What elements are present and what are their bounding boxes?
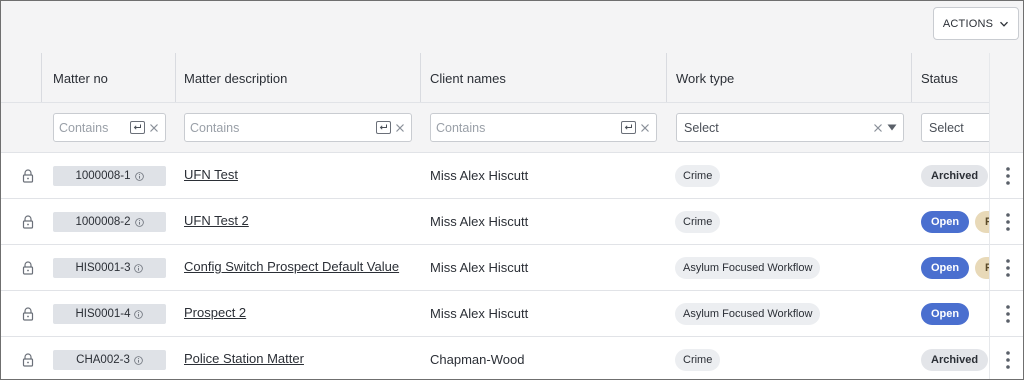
info-icon[interactable]: [134, 263, 144, 273]
matters-grid-panel: ACTIONS Matter no Matter description Cli…: [0, 0, 1024, 380]
matter-no-filter-placeholder: Contains: [59, 120, 109, 135]
column-header-client-names[interactable]: Client names: [430, 53, 506, 102]
table-row[interactable]: CHA002-3 Police Station Matter Chapman-W…: [1, 336, 989, 379]
matter-no-text: HIS0001-3: [75, 262, 131, 274]
enter-icon[interactable]: [130, 121, 145, 134]
status-badge: Open: [921, 257, 970, 279]
table-row[interactable]: HIS0001-3 Config Switch Prospect Default…: [1, 244, 1003, 290]
info-icon[interactable]: [134, 309, 144, 319]
status-badge: Archived: [921, 349, 989, 371]
column-divider[interactable]: [175, 53, 176, 102]
column-divider[interactable]: [911, 53, 912, 102]
work-type-filter-select[interactable]: Select: [676, 113, 904, 142]
matter-no-badge[interactable]: 1000008-2: [53, 212, 166, 232]
column-divider[interactable]: [420, 53, 421, 102]
matter-no-filter-input[interactable]: Contains: [53, 113, 166, 142]
client-filter-placeholder: Contains: [436, 120, 486, 135]
lock-icon[interactable]: [22, 169, 34, 183]
caret-down-icon[interactable]: [887, 124, 897, 131]
matter-description-link[interactable]: Config Switch Prospect Default Value: [184, 259, 399, 274]
clear-icon[interactable]: [873, 123, 883, 133]
client-name: Miss Alex Hiscutt: [430, 306, 529, 321]
row-actions-button[interactable]: [989, 290, 1023, 336]
client-name: Miss Alex Hiscutt: [430, 260, 529, 275]
actions-label: ACTIONS: [942, 17, 994, 30]
column-divider: [41, 53, 42, 102]
work-type-chip: Crime: [675, 211, 721, 233]
status-badge: Archived: [921, 165, 989, 187]
status-badge: Open: [921, 211, 970, 233]
table-row[interactable]: HIS0001-4 Prospect 2 Miss Alex Hiscutt A…: [1, 290, 989, 336]
frozen-column-header: [989, 53, 1023, 152]
lock-icon[interactable]: [22, 307, 34, 321]
kebab-menu-icon: [1005, 304, 1010, 323]
clear-icon[interactable]: [640, 123, 650, 133]
kebab-menu-icon: [1005, 166, 1010, 185]
table-row[interactable]: 1000008-1 UFN Test Miss Alex Hiscutt Cri…: [1, 152, 989, 198]
work-type-chip: Crime: [675, 349, 721, 371]
matter-no-text: 1000008-1: [75, 170, 131, 182]
table-row[interactable]: 1000008-2 UFN Test 2 Miss Alex Hiscutt C…: [1, 198, 1003, 244]
row-actions-button[interactable]: [989, 198, 1023, 244]
kebab-menu-icon: [1005, 212, 1010, 231]
column-header-row: Matter no Matter description Client name…: [1, 53, 989, 102]
work-type-chip: Crime: [675, 165, 721, 187]
column-divider[interactable]: [666, 53, 667, 102]
matter-no-badge[interactable]: HIS0001-4: [53, 304, 166, 324]
row-actions-button[interactable]: [989, 244, 1023, 290]
actions-button[interactable]: ACTIONS: [933, 7, 1019, 40]
work-type-chip: Asylum Focused Workflow: [675, 257, 821, 279]
matter-no-text: CHA002-3: [76, 354, 130, 366]
column-header-status[interactable]: Status: [921, 53, 958, 102]
column-header-matter-description[interactable]: Matter description: [184, 53, 287, 102]
lock-icon[interactable]: [22, 353, 34, 367]
matter-no-text: 1000008-2: [75, 216, 131, 228]
enter-icon[interactable]: [621, 121, 636, 134]
kebab-menu-icon: [1005, 350, 1010, 369]
row-actions-button[interactable]: [989, 336, 1023, 379]
matter-description-link[interactable]: Prospect 2: [184, 305, 246, 320]
info-icon[interactable]: [134, 217, 144, 227]
work-type-chip: Asylum Focused Workflow: [675, 303, 821, 325]
matter-description-link[interactable]: UFN Test 2: [184, 213, 249, 228]
client-name: Miss Alex Hiscutt: [430, 214, 529, 229]
lock-icon[interactable]: [22, 261, 34, 275]
matter-no-badge[interactable]: CHA002-3: [53, 350, 166, 370]
info-icon[interactable]: [134, 171, 144, 181]
status-badge: Open: [921, 303, 970, 325]
row-actions-button[interactable]: [989, 152, 1023, 198]
matter-no-badge[interactable]: HIS0001-3: [53, 258, 166, 278]
enter-icon[interactable]: [376, 121, 391, 134]
matter-description-link[interactable]: Police Station Matter: [184, 351, 304, 366]
info-icon[interactable]: [134, 355, 143, 365]
column-header-matter-no[interactable]: Matter no: [53, 53, 108, 102]
kebab-menu-icon: [1005, 258, 1010, 277]
client-name: Miss Alex Hiscutt: [430, 168, 529, 183]
work-type-filter-placeholder: Select: [684, 120, 719, 135]
filter-row: Contains Contains Contains Select Select: [1, 102, 1001, 152]
client-name: Chapman-Wood: [430, 352, 525, 367]
matter-no-badge[interactable]: 1000008-1: [53, 166, 166, 186]
chevron-down-icon: [1000, 21, 1009, 27]
lock-icon[interactable]: [22, 215, 34, 229]
description-filter-placeholder: Contains: [190, 120, 240, 135]
column-header-work-type[interactable]: Work type: [676, 53, 734, 102]
matter-no-text: HIS0001-4: [75, 308, 131, 320]
clear-icon[interactable]: [149, 123, 159, 133]
matter-description-link[interactable]: UFN Test: [184, 167, 238, 182]
client-filter-input[interactable]: Contains: [430, 113, 657, 142]
clear-icon[interactable]: [395, 123, 405, 133]
description-filter-input[interactable]: Contains: [184, 113, 412, 142]
